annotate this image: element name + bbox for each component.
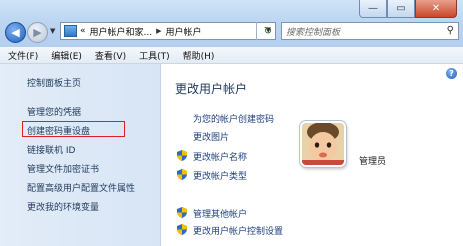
sidebar-item-manage-credentials[interactable]: 管理您的凭据	[27, 105, 81, 118]
sidebar-item-manage-encryption-certificates[interactable]: 管理文件加密证书	[27, 162, 99, 175]
window-controls: — ▭ ✕	[359, 0, 457, 18]
menu-file[interactable]: 文件(F)	[8, 49, 38, 62]
menu-edit[interactable]: 编辑(E)	[51, 49, 82, 62]
forward-arrow-icon[interactable]: ▶	[27, 22, 48, 43]
uac-shield-icon	[177, 207, 187, 218]
recent-pages-dropdown-icon[interactable]: ▼	[50, 27, 55, 35]
avatar[interactable]	[300, 121, 346, 167]
page-title: 更改用户帐户	[175, 82, 248, 96]
menu-view[interactable]: 查看(V)	[95, 49, 126, 62]
sidebar-item-link-online-id[interactable]: 链接联机 ID	[27, 143, 75, 156]
minimize-button[interactable]: —	[359, 0, 387, 18]
sidebar-item-change-environment-variables[interactable]: 更改我的环境变量	[27, 200, 99, 213]
user-name: 管理员	[359, 157, 387, 167]
search-placeholder: 搜索控制面板	[286, 27, 341, 38]
task-change-account-name[interactable]: 更改帐户名称	[193, 150, 247, 163]
sidebar-item-create-password-reset-disk[interactable]: 创建密码重设盘	[27, 124, 90, 137]
close-button[interactable]: ✕	[415, 0, 457, 18]
sidebar-item-advanced-profile-properties[interactable]: 配置高级用户配置文件属性	[27, 181, 135, 194]
window-titlebar: — ▭ ✕ ◀ ▶ ▼ « 用户帐户和家... ▶ 用户帐户 ▼ ↻ 搜索控制面…	[0, 0, 463, 47]
task-manage-other-accounts[interactable]: 管理其他帐户	[193, 207, 247, 220]
sidebar-control-panel-home[interactable]: 控制面板主页	[27, 76, 81, 89]
address-bar[interactable]: « 用户帐户和家... ▶ 用户帐户 ▼	[60, 22, 276, 40]
task-change-uac-settings[interactable]: 更改用户帐户控制设置	[193, 224, 283, 237]
search-input[interactable]: 搜索控制面板 ⚲	[281, 22, 459, 40]
main-content: ? 更改用户帐户 为您的帐户创建密码 更改图片 更改帐户名称 更改帐户类型 管理…	[161, 64, 463, 246]
breadcrumb-current[interactable]: 用户帐户	[166, 25, 202, 38]
help-icon[interactable]: ?	[446, 68, 457, 79]
address-overflow-chevron[interactable]: «	[80, 26, 86, 36]
search-icon[interactable]: ⚲	[447, 25, 454, 36]
breadcrumb-separator-icon[interactable]: ▶	[156, 27, 161, 35]
task-change-account-type[interactable]: 更改帐户类型	[193, 169, 247, 182]
uac-shield-icon	[177, 224, 187, 235]
menu-bar: 文件(F) 编辑(E) 查看(V) 工具(T) 帮助(H)	[0, 47, 463, 64]
back-arrow-icon[interactable]: ◀	[5, 22, 26, 43]
menu-tools[interactable]: 工具(T)	[139, 49, 170, 62]
user-photo-icon	[302, 123, 344, 165]
uac-shield-icon	[177, 150, 187, 161]
maximize-button[interactable]: ▭	[387, 0, 415, 18]
sidebar: 控制面板主页 管理您的凭据 创建密码重设盘 链接联机 ID 管理文件加密证书 配…	[0, 64, 161, 246]
control-panel-icon	[64, 25, 77, 37]
refresh-icon[interactable]: ↻	[256, 22, 279, 40]
menu-help[interactable]: 帮助(H)	[183, 49, 215, 62]
task-change-picture[interactable]: 更改图片	[193, 130, 229, 143]
uac-shield-icon	[177, 169, 187, 180]
task-create-password[interactable]: 为您的帐户创建密码	[193, 112, 274, 125]
breadcrumb-parent[interactable]: 用户帐户和家...	[90, 25, 153, 38]
